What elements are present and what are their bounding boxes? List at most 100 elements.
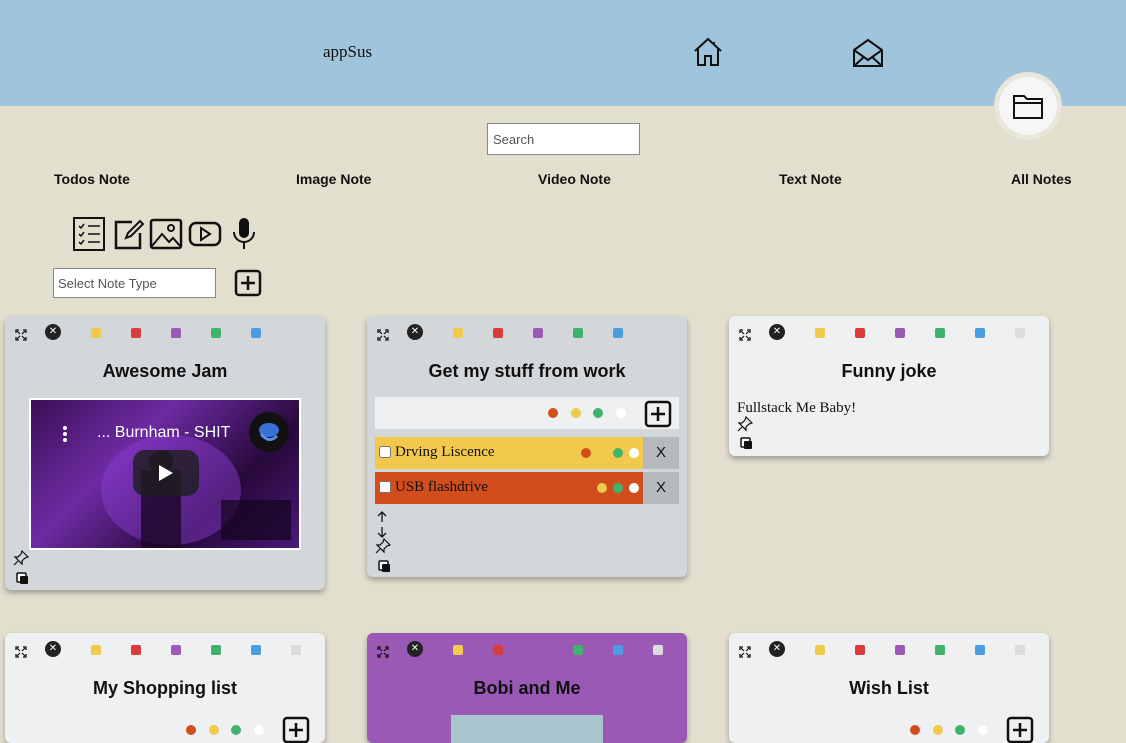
color-dot-light[interactable] <box>1015 645 1025 655</box>
video-player[interactable]: ... Burnham - SHIT <box>29 398 301 550</box>
delete-note-icon[interactable]: ✕ <box>769 324 785 340</box>
color-dot-purple[interactable] <box>895 645 905 655</box>
todo-color-green[interactable] <box>613 483 623 493</box>
todo-item[interactable]: Drving Liscence <box>375 437 643 469</box>
todo-color-white[interactable] <box>616 408 626 418</box>
channel-avatar[interactable] <box>249 412 289 452</box>
color-dot-yellow[interactable] <box>815 328 825 338</box>
todo-color-white[interactable] <box>629 448 639 458</box>
todo-color-orange[interactable] <box>910 725 920 735</box>
todo-color-white[interactable] <box>629 483 639 493</box>
todo-checkbox[interactable] <box>379 481 391 493</box>
color-dot-yellow[interactable] <box>91 645 101 655</box>
delete-note-icon[interactable]: ✕ <box>769 641 785 657</box>
color-dot-blue[interactable] <box>975 328 985 338</box>
color-dot-green[interactable] <box>935 645 945 655</box>
filter-video[interactable]: Video Note <box>538 171 611 187</box>
todo-color-yellow[interactable] <box>933 725 943 735</box>
expand-icon[interactable] <box>15 643 27 662</box>
color-dot-blue[interactable] <box>975 645 985 655</box>
note-card[interactable]: ✕ Bobi and Me <box>367 633 687 743</box>
color-dot-green[interactable] <box>935 328 945 338</box>
add-todo-button[interactable] <box>282 716 310 743</box>
expand-icon[interactable] <box>15 326 27 345</box>
expand-icon[interactable] <box>377 326 389 345</box>
filter-image[interactable]: Image Note <box>296 171 371 187</box>
add-todo-button[interactable] <box>644 400 672 432</box>
note-card[interactable]: ✕ My Shopping list <box>5 633 325 743</box>
filter-text[interactable]: Text Note <box>779 171 842 187</box>
play-button[interactable] <box>133 450 199 496</box>
pin-icon[interactable] <box>737 415 754 436</box>
microphone-icon[interactable] <box>228 216 260 256</box>
video-menu-icon[interactable] <box>63 426 67 442</box>
todo-color-green[interactable] <box>955 725 965 735</box>
text-note-icon[interactable] <box>112 216 146 256</box>
delete-note-icon[interactable]: ✕ <box>407 324 423 340</box>
note-card[interactable]: ✕ Awesome Jam ... Burnham - SHIT <box>5 316 325 590</box>
todo-color-orange[interactable] <box>581 448 591 458</box>
app-logo[interactable]: appSus <box>323 42 372 62</box>
color-dot-light[interactable] <box>653 645 663 655</box>
duplicate-note-icon[interactable] <box>378 558 391 577</box>
color-dot-green[interactable] <box>573 328 583 338</box>
color-dot-purple[interactable] <box>171 328 181 338</box>
filter-all[interactable]: All Notes <box>1011 171 1072 187</box>
duplicate-note-icon[interactable] <box>740 435 753 454</box>
color-dot-red[interactable] <box>493 645 503 655</box>
todo-color-green[interactable] <box>593 408 603 418</box>
home-icon[interactable] <box>692 36 724 72</box>
todo-color-yellow[interactable] <box>209 725 219 735</box>
todo-color-yellow[interactable] <box>571 408 581 418</box>
color-dot-yellow[interactable] <box>91 328 101 338</box>
note-card[interactable]: ✕ Funny joke Fullstack Me Baby! <box>729 316 1049 456</box>
notes-nav-button[interactable] <box>994 72 1062 140</box>
todo-color-green[interactable] <box>613 448 623 458</box>
color-dot-blue[interactable] <box>613 328 623 338</box>
color-dot-purple[interactable] <box>895 328 905 338</box>
color-dot-yellow[interactable] <box>453 645 463 655</box>
color-dot-green[interactable] <box>211 645 221 655</box>
delete-note-icon[interactable]: ✕ <box>45 641 61 657</box>
color-dot-green[interactable] <box>573 645 583 655</box>
color-dot-light[interactable] <box>291 645 301 655</box>
remove-todo-button[interactable]: X <box>643 472 679 504</box>
todo-color-green[interactable] <box>231 725 241 735</box>
remove-todo-button[interactable]: X <box>643 437 679 469</box>
expand-icon[interactable] <box>377 643 389 662</box>
color-dot-blue[interactable] <box>251 645 261 655</box>
todo-color-yellow[interactable] <box>597 483 607 493</box>
color-dot-light[interactable] <box>1015 328 1025 338</box>
todo-color-orange[interactable] <box>548 408 558 418</box>
color-dot-yellow[interactable] <box>453 328 463 338</box>
add-note-button[interactable] <box>234 269 262 301</box>
todo-list-icon[interactable] <box>72 216 106 256</box>
image-note-icon[interactable] <box>149 216 183 256</box>
todo-color-orange[interactable] <box>186 725 196 735</box>
color-dot-purple[interactable] <box>533 328 543 338</box>
note-type-select[interactable] <box>53 268 216 298</box>
color-dot-red[interactable] <box>493 328 503 338</box>
mail-icon[interactable] <box>852 38 884 72</box>
filter-todos[interactable]: Todos Note <box>54 171 130 187</box>
delete-note-icon[interactable]: ✕ <box>45 324 61 340</box>
color-dot-blue[interactable] <box>613 645 623 655</box>
expand-icon[interactable] <box>739 643 751 662</box>
color-dot-red[interactable] <box>131 328 141 338</box>
delete-note-icon[interactable]: ✕ <box>407 641 423 657</box>
note-card[interactable]: ✕ Get my stuff from work Drving Liscence… <box>367 316 687 577</box>
todo-color-white[interactable] <box>254 725 264 735</box>
expand-icon[interactable] <box>739 326 751 345</box>
todo-item[interactable]: USB flashdrive <box>375 472 643 504</box>
color-dot-red[interactable] <box>131 645 141 655</box>
todo-color-white[interactable] <box>978 725 988 735</box>
note-card[interactable]: ✕ Wish List <box>729 633 1049 743</box>
duplicate-note-icon[interactable] <box>16 570 29 589</box>
todo-checkbox[interactable] <box>379 446 391 458</box>
color-dot-red[interactable] <box>855 328 865 338</box>
pin-icon[interactable] <box>375 537 392 558</box>
color-dot-red[interactable] <box>855 645 865 655</box>
color-dot-green[interactable] <box>211 328 221 338</box>
color-dot-yellow[interactable] <box>815 645 825 655</box>
add-todo-button[interactable] <box>1006 716 1034 743</box>
